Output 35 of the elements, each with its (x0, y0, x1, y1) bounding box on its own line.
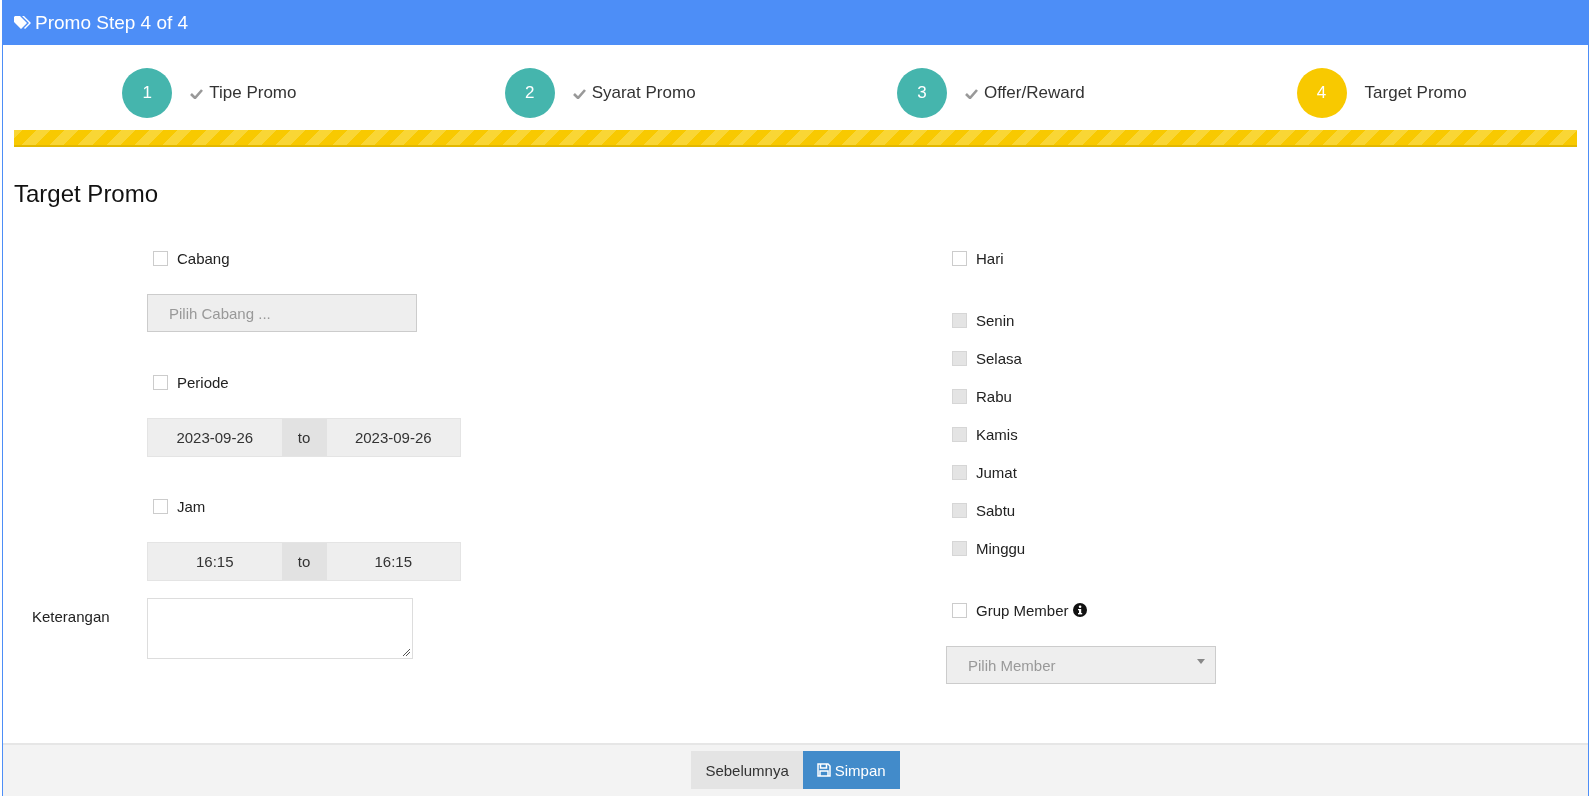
checkbox[interactable] (952, 602, 967, 618)
checkbox-label: Cabang (177, 249, 230, 267)
checkbox-label: Periode (177, 373, 229, 391)
checkbox[interactable] (153, 374, 168, 390)
step-label[interactable]: Tipe Promo (209, 83, 297, 103)
checkbox-label: Kamis (976, 425, 1018, 443)
checkbox-label: Jam (177, 497, 206, 515)
step-number: 2 (504, 68, 555, 118)
step-label[interactable]: Target Promo (1364, 83, 1467, 103)
tags-icon (13, 14, 31, 31)
checkbox-label: Selasa (976, 349, 1022, 367)
checkbox-label: Hari (976, 249, 1004, 267)
step-label[interactable]: Syarat Promo (591, 83, 696, 103)
window-title: Promo Step 4 of 4 (35, 11, 189, 34)
checkbox[interactable] (153, 498, 168, 514)
checkbox-label: Rabu (976, 387, 1012, 405)
step-number: 1 (122, 68, 173, 118)
save-button[interactable]: Simpan (802, 751, 900, 789)
caret-icon (1197, 659, 1205, 664)
checkbox-label: Senin (976, 311, 1015, 329)
step-label[interactable]: Offer/Reward (984, 83, 1085, 103)
section-title: Target Promo (14, 180, 160, 208)
resize-handle-icon[interactable] (402, 648, 410, 656)
checkbox[interactable] (952, 250, 967, 266)
info-icon[interactable] (1072, 603, 1087, 617)
previous-button[interactable]: Sebelumnya (691, 751, 803, 789)
checkbox-label: Minggu (976, 539, 1026, 557)
checkbox-label: Sabtu (976, 501, 1016, 519)
notes-field[interactable] (147, 598, 413, 659)
field-label: Keterangan (31, 607, 111, 625)
checkbox-label: Jumat (976, 463, 1017, 481)
checkbox-label: Grup Member (976, 601, 1069, 619)
step-number: 3 (897, 68, 947, 118)
checkbox[interactable] (153, 250, 168, 266)
step-number: 4 (1296, 68, 1347, 118)
